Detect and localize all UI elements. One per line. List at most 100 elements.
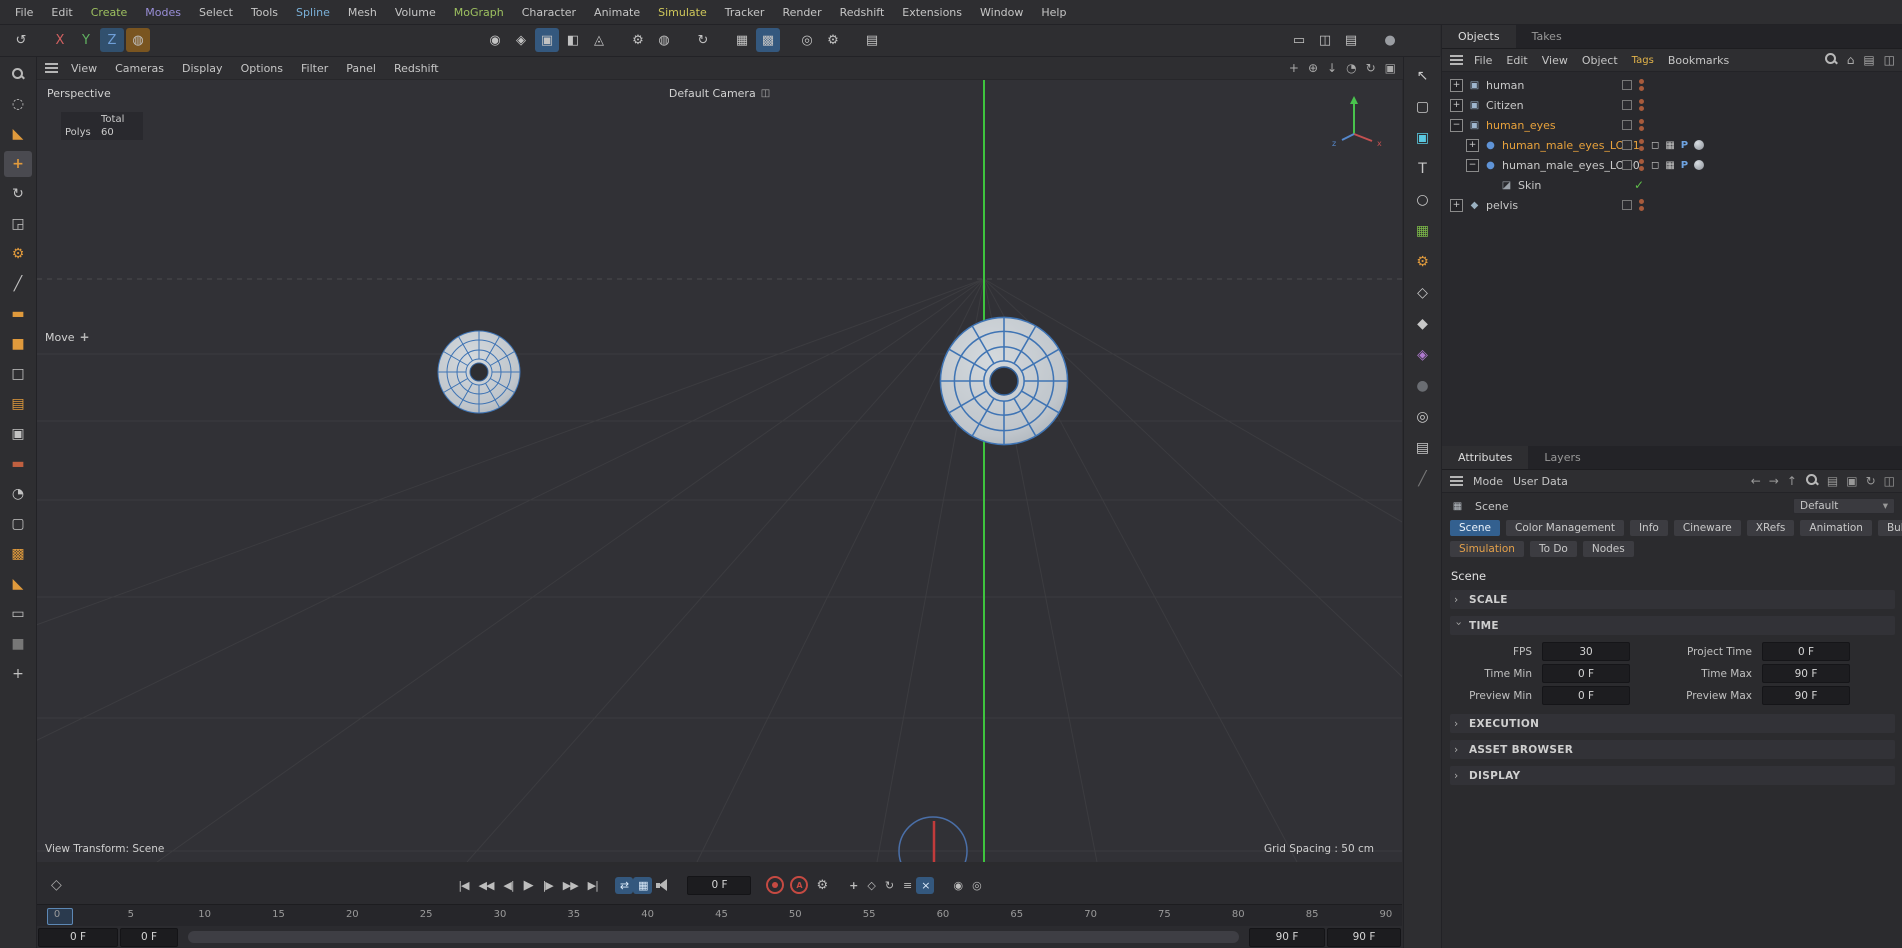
record-position-toggle-icon[interactable]: + — [844, 877, 862, 894]
menu-mesh[interactable]: Mesh — [339, 6, 386, 19]
material-sphere-icon[interactable] — [1694, 160, 1704, 170]
menu-tracker[interactable]: Tracker — [716, 6, 774, 19]
expander-icon[interactable]: + — [1466, 139, 1479, 152]
render-view-icon[interactable]: ▭ — [1287, 28, 1311, 52]
text-icon[interactable]: T — [1410, 158, 1436, 180]
range-start-field[interactable]: 0 F — [38, 928, 118, 947]
rotate-tool-icon[interactable]: ↻ — [4, 181, 32, 207]
expander-icon[interactable]: − — [1466, 159, 1479, 172]
tool-icon[interactable]: ▭ — [4, 601, 32, 627]
attr-tab-xrefs[interactable]: XRefs — [1747, 520, 1795, 536]
fps-field[interactable]: 30 — [1542, 642, 1630, 661]
viewport[interactable]: Perspective Default Camera ◫ Total Polys… — [37, 80, 1402, 862]
settings-gear-icon[interactable]: ◍ — [652, 28, 676, 52]
object-label[interactable]: human_male_eyes_LOD0 — [1502, 159, 1640, 172]
refresh-icon[interactable]: ↻ — [1366, 61, 1376, 75]
viewport-menu-display[interactable]: Display — [173, 62, 232, 75]
viewport-menu-view[interactable]: View — [62, 62, 106, 75]
tool-icon[interactable]: ▢ — [4, 511, 32, 537]
array-icon[interactable]: ▦ — [1410, 220, 1436, 242]
current-frame-field[interactable]: 0 F — [687, 876, 751, 895]
render-picture-viewer-icon[interactable]: ◫ — [1313, 28, 1337, 52]
menu-window[interactable]: Window — [971, 6, 1032, 19]
section-asset-browser[interactable]: › ASSET BROWSER — [1450, 740, 1895, 759]
viewport-menu-icon[interactable] — [45, 63, 58, 74]
playback-mode-toggle-icon[interactable]: ▦ — [633, 877, 652, 894]
object-manager-menu-icon[interactable] — [1450, 55, 1463, 66]
undo-icon[interactable]: ↺ — [9, 28, 33, 52]
sphere-icon[interactable]: ● — [1410, 375, 1436, 397]
visibility-dots[interactable] — [1639, 199, 1644, 211]
object-label[interactable]: Citizen — [1486, 99, 1524, 112]
texture-tag-icon[interactable]: ▦ — [1665, 140, 1674, 151]
record-scale-toggle-icon[interactable]: ◇ — [862, 877, 879, 894]
plane-icon[interactable]: ▢ — [1410, 96, 1436, 118]
keyframe-presets-icon[interactable]: ◎ — [967, 877, 986, 894]
menu-simulate[interactable]: Simulate — [649, 6, 716, 19]
simulate-toolbar-icon[interactable]: ◈ — [509, 28, 533, 52]
om-menu-object[interactable]: Object — [1575, 54, 1625, 67]
up-icon[interactable]: ↑ — [1787, 474, 1797, 488]
character-toolbar-icon[interactable]: ⚙ — [626, 28, 650, 52]
cube-icon[interactable]: ▣ — [1410, 127, 1436, 149]
search-icon[interactable] — [1805, 473, 1819, 490]
visibility-dots[interactable] — [1639, 79, 1644, 91]
eye-mesh-object-large[interactable] — [940, 317, 1067, 444]
object-label[interactable]: human — [1486, 79, 1524, 92]
record-pla-toggle-icon[interactable]: × — [916, 877, 934, 894]
viewport-menu-options[interactable]: Options — [232, 62, 292, 75]
tab-takes[interactable]: Takes — [1516, 25, 1578, 48]
goto-start-button[interactable]: |◀ — [453, 877, 473, 894]
menu-render[interactable]: Render — [773, 6, 830, 19]
om-menu-bookmarks[interactable]: Bookmarks — [1661, 54, 1736, 67]
previous-frame-button[interactable]: ◀| — [498, 877, 518, 894]
layer-color-box[interactable] — [1622, 80, 1632, 90]
goto-end-button[interactable]: ▶| — [583, 877, 603, 894]
filter-icon[interactable]: ▤ — [1827, 474, 1838, 488]
menu-mograph[interactable]: MoGraph — [445, 6, 513, 19]
menu-create[interactable]: Create — [82, 6, 137, 19]
om-menu-file[interactable]: File — [1467, 54, 1499, 67]
time-min-field[interactable]: 0 F — [1542, 664, 1630, 683]
record-rotation-toggle-icon[interactable]: ↻ — [880, 877, 898, 894]
range-end-field[interactable]: 90 F — [1249, 928, 1325, 947]
tool-icon[interactable]: ◣ — [4, 571, 32, 597]
enabled-check-icon[interactable]: ✓ — [1634, 178, 1644, 192]
tree-row-citizen[interactable]: + ▣ Citizen — [1442, 95, 1902, 115]
search-icon[interactable] — [1824, 52, 1838, 69]
move-tool-icon[interactable]: + — [4, 151, 32, 177]
eye-mesh-object-small[interactable] — [438, 331, 520, 413]
view-label[interactable]: Perspective — [47, 87, 111, 100]
scale-tool-icon[interactable]: ◲ — [4, 211, 32, 237]
tree-row-human-eyes[interactable]: − ▣ human_eyes — [1442, 115, 1902, 135]
viewport-menu-redshift[interactable]: Redshift — [385, 62, 448, 75]
display-tag-icon[interactable]: ◻ — [1651, 140, 1659, 151]
layer-color-box[interactable] — [1622, 160, 1632, 170]
grid-snap-icon[interactable]: ▦ — [730, 28, 754, 52]
render-settings-icon[interactable]: ▤ — [1339, 28, 1363, 52]
dolly-view-icon[interactable]: ↓ — [1327, 61, 1337, 75]
axis-lock-z-button[interactable]: Z — [100, 28, 124, 52]
menu-file[interactable]: File — [6, 6, 42, 19]
menu-extensions[interactable]: Extensions — [893, 6, 971, 19]
visibility-dots[interactable] — [1639, 139, 1644, 151]
camera-settings-icon[interactable]: ▤ — [860, 28, 884, 52]
pan-view-icon[interactable]: + — [1289, 61, 1299, 75]
keyframe-diamond-icon[interactable]: ◇ — [51, 877, 62, 893]
tab-attributes[interactable]: Attributes — [1442, 446, 1528, 469]
tree-row-human[interactable]: + ▣ human — [1442, 75, 1902, 95]
generator-gear-icon[interactable]: ⚙ — [1410, 251, 1436, 273]
attr-tab-color-management[interactable]: Color Management — [1506, 520, 1624, 536]
maximize-view-icon[interactable]: ▣ — [1385, 61, 1396, 75]
object-label[interactable]: human_male_eyes_LOD1 — [1502, 139, 1640, 152]
tool-icon[interactable]: ▬ — [4, 301, 32, 327]
material-sphere-icon[interactable] — [1694, 140, 1704, 150]
visibility-dots[interactable] — [1639, 159, 1644, 171]
menu-redshift[interactable]: Redshift — [831, 6, 894, 19]
time-max-field[interactable]: 90 F — [1762, 664, 1850, 683]
polygon-pen-tool-icon[interactable]: ◣ — [4, 121, 32, 147]
filter-icon[interactable]: ▤ — [1863, 53, 1874, 67]
keyframe-selection-icon[interactable]: ◉ — [948, 877, 967, 894]
attr-tab-simulation[interactable]: Simulation — [1450, 541, 1524, 557]
visibility-dots[interactable] — [1639, 99, 1644, 111]
